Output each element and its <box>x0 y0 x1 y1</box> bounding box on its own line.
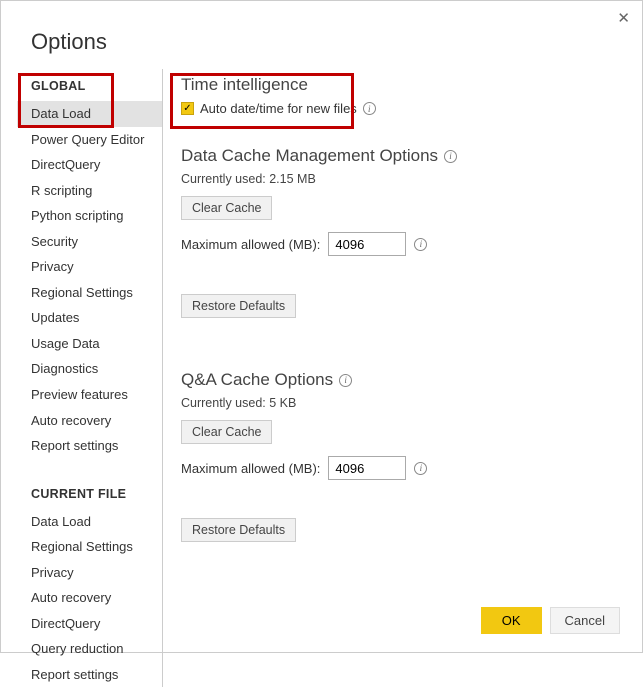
sidebar-item-privacy[interactable]: Privacy <box>17 254 162 280</box>
qa-cache-max-label: Maximum allowed (MB): <box>181 461 320 476</box>
data-cache-label: Data Cache Management Options <box>181 146 438 166</box>
data-cache-max-label: Maximum allowed (MB): <box>181 237 320 252</box>
sidebar-item-cf-data-load[interactable]: Data Load <box>17 509 162 535</box>
sidebar-item-diagnostics[interactable]: Diagnostics <box>17 356 162 382</box>
sidebar-item-python-scripting[interactable]: Python scripting <box>17 203 162 229</box>
sidebar-item-data-load[interactable]: Data Load <box>17 101 162 127</box>
auto-datetime-checkbox[interactable]: ✓ <box>181 102 194 115</box>
info-icon[interactable]: i <box>363 102 376 115</box>
sidebar-item-usage-data[interactable]: Usage Data <box>17 331 162 357</box>
cancel-button[interactable]: Cancel <box>550 607 620 634</box>
sidebar-item-cf-auto-recovery[interactable]: Auto recovery <box>17 585 162 611</box>
sidebar-item-report-settings[interactable]: Report settings <box>17 433 162 459</box>
section-title-data-cache: Data Cache Management Options i <box>181 146 622 166</box>
qa-clear-cache-button[interactable]: Clear Cache <box>181 420 272 444</box>
qa-cache-max-input[interactable] <box>328 456 406 480</box>
time-intelligence-label: Time intelligence <box>181 75 308 95</box>
sidebar-item-cf-privacy[interactable]: Privacy <box>17 560 162 586</box>
info-icon[interactable]: i <box>414 462 427 475</box>
section-title-time-intelligence: Time intelligence <box>181 75 622 95</box>
close-icon[interactable]: ✕ <box>617 9 630 27</box>
sidebar-item-directquery[interactable]: DirectQuery <box>17 152 162 178</box>
qa-restore-defaults-button[interactable]: Restore Defaults <box>181 518 296 542</box>
qa-cache-currently-used: Currently used: 5 KB <box>181 396 622 410</box>
sidebar-header-current-file: CURRENT FILE <box>17 477 162 509</box>
sidebar-item-preview-features[interactable]: Preview features <box>17 382 162 408</box>
section-title-qa-cache: Q&A Cache Options i <box>181 370 622 390</box>
main-panel: Time intelligence ✓ Auto date/time for n… <box>162 69 642 687</box>
sidebar: GLOBAL Data Load Power Query Editor Dire… <box>17 69 162 687</box>
data-cache-max-input[interactable] <box>328 232 406 256</box>
restore-defaults-button[interactable]: Restore Defaults <box>181 294 296 318</box>
sidebar-item-updates[interactable]: Updates <box>17 305 162 331</box>
sidebar-item-power-query-editor[interactable]: Power Query Editor <box>17 127 162 153</box>
info-icon[interactable]: i <box>444 150 457 163</box>
clear-cache-button[interactable]: Clear Cache <box>181 196 272 220</box>
sidebar-item-r-scripting[interactable]: R scripting <box>17 178 162 204</box>
sidebar-item-cf-directquery[interactable]: DirectQuery <box>17 611 162 637</box>
sidebar-item-auto-recovery[interactable]: Auto recovery <box>17 408 162 434</box>
info-icon[interactable]: i <box>339 374 352 387</box>
dialog-title: Options <box>1 1 642 69</box>
auto-datetime-label: Auto date/time for new files <box>200 101 357 116</box>
sidebar-item-cf-report-settings[interactable]: Report settings <box>17 662 162 687</box>
sidebar-item-cf-regional-settings[interactable]: Regional Settings <box>17 534 162 560</box>
sidebar-item-cf-query-reduction[interactable]: Query reduction <box>17 636 162 662</box>
sidebar-item-security[interactable]: Security <box>17 229 162 255</box>
data-cache-currently-used: Currently used: 2.15 MB <box>181 172 622 186</box>
ok-button[interactable]: OK <box>481 607 542 634</box>
qa-cache-label: Q&A Cache Options <box>181 370 333 390</box>
info-icon[interactable]: i <box>414 238 427 251</box>
sidebar-item-regional-settings[interactable]: Regional Settings <box>17 280 162 306</box>
sidebar-header-global: GLOBAL <box>17 69 162 101</box>
dialog-footer: OK Cancel <box>481 607 620 634</box>
